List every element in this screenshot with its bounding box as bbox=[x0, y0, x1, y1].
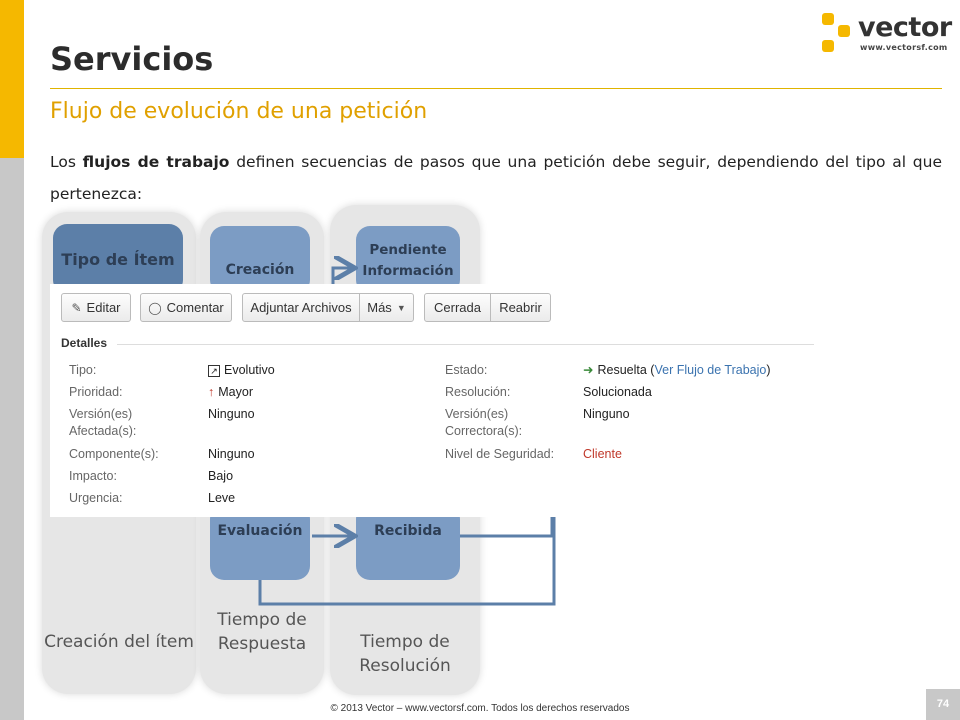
field-label: Componente(s): bbox=[69, 447, 159, 461]
priority-arrow-up-icon: ↑ bbox=[208, 385, 215, 399]
field-label: Urgencia: bbox=[69, 491, 123, 505]
speech-bubble-icon: ◯ bbox=[148, 300, 162, 315]
edit-button[interactable]: ✎ Editar bbox=[61, 293, 131, 322]
field-label: Impacto: bbox=[69, 469, 117, 483]
more-dropdown-button[interactable]: Más ▼ bbox=[359, 293, 414, 322]
field-value: ↑ Mayor bbox=[208, 385, 253, 399]
pencil-icon: ✎ bbox=[71, 300, 82, 315]
comment-button[interactable]: ◯ Comentar bbox=[140, 293, 232, 322]
resolved-status-icon: ➜ bbox=[583, 363, 594, 377]
field-label: Prioridad: bbox=[69, 385, 123, 399]
field-value: Ninguno bbox=[208, 447, 255, 461]
field-label: Resolución: bbox=[445, 385, 511, 399]
field-value-estado: ➜ Resuelta (Ver Flujo de Trabajo) bbox=[583, 363, 771, 377]
field-value: ↗ Evolutivo bbox=[208, 362, 275, 379]
field-value: Bajo bbox=[208, 469, 234, 483]
field-value: Ninguno bbox=[583, 407, 630, 421]
footer-copyright: © 2013 Vector – www.vectorsf.com. Todos … bbox=[330, 703, 630, 714]
field-label: Tipo: bbox=[69, 363, 97, 377]
attach-files-button[interactable]: Adjuntar Archivos bbox=[242, 293, 360, 322]
closed-button[interactable]: Cerrada bbox=[424, 293, 491, 322]
arrow-bottom-loop bbox=[258, 515, 556, 606]
field-label: Versión(es) Afectada(s): bbox=[69, 407, 137, 438]
reopen-button[interactable]: Reabrir bbox=[490, 293, 551, 322]
details-divider bbox=[117, 344, 814, 345]
caret-down-icon: ▼ bbox=[396, 302, 406, 313]
arrow-recibida-loop bbox=[460, 515, 554, 538]
arrow-up-right-icon: ↗ bbox=[208, 365, 220, 377]
field-value-seguridad: Cliente bbox=[583, 447, 622, 461]
field-label: Versión(es) Correctora(s): bbox=[445, 407, 523, 438]
field-value: Leve bbox=[208, 491, 236, 505]
field-value: Solucionada bbox=[583, 385, 652, 399]
details-heading: Detalles bbox=[61, 336, 108, 350]
field-value: Ninguno bbox=[208, 407, 255, 421]
field-label: Nivel de Seguridad: bbox=[445, 447, 555, 461]
field-label: Estado: bbox=[445, 363, 488, 377]
workflow-link[interactable]: Ver Flujo de Trabajo bbox=[654, 363, 766, 377]
